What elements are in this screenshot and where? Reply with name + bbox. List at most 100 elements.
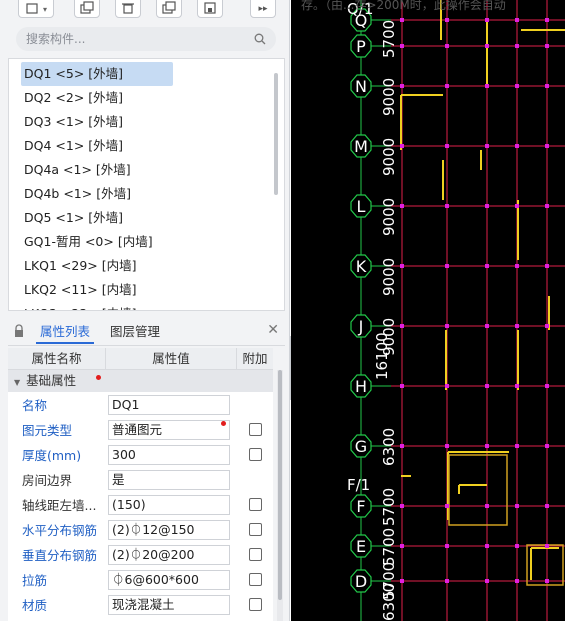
property-value-field[interactable]: 是 <box>108 469 230 490</box>
append-checkbox[interactable] <box>248 498 262 511</box>
column-node <box>445 444 449 448</box>
property-name: 拉筋 <box>22 573 48 588</box>
lock-icon[interactable] <box>14 324 24 338</box>
column-node <box>515 44 519 48</box>
append-checkbox[interactable] <box>248 598 262 611</box>
more-button[interactable]: ▸▸ <box>250 0 276 18</box>
column-node <box>545 84 549 88</box>
status-note: 存。（由...存>200M时，此操作会自动 <box>301 0 506 12</box>
append-checkbox[interactable] <box>248 423 262 436</box>
new-component-button[interactable]: ▾ <box>18 0 54 18</box>
axis-label: M <box>354 137 368 156</box>
toolbar: ▾ ▸▸ <box>0 0 290 22</box>
column-node <box>485 204 489 208</box>
property-value-field[interactable]: DQ1 <box>108 394 230 415</box>
column-node <box>545 324 549 328</box>
trash-icon <box>122 3 134 14</box>
column-node <box>515 18 519 22</box>
property-row[interactable]: 水平分布钢筋 (2)⏀12@150 <box>8 517 273 542</box>
list-item[interactable]: LKQ1 <29> [内墙] <box>21 254 173 278</box>
component-panel: ▾ ▸▸ DQ1 <5> [外墙] DQ2 <2> [外墙] DQ3 <1> [… <box>0 0 290 621</box>
save-button[interactable] <box>197 0 223 18</box>
column-node <box>400 44 404 48</box>
caret-down-icon[interactable]: ▼ <box>14 378 20 387</box>
append-checkbox[interactable] <box>248 548 262 561</box>
delete-button[interactable] <box>115 0 141 18</box>
group-label: 基础属性 <box>26 373 77 388</box>
dimension-label: 6300 <box>380 428 398 466</box>
property-row[interactable]: 厚度(mm) 300 <box>8 442 273 467</box>
property-value-field[interactable]: 300 <box>108 444 230 465</box>
column-node <box>445 264 449 268</box>
append-checkbox[interactable] <box>248 448 262 461</box>
property-row[interactable]: 名称 DQ1 <box>8 392 273 417</box>
property-value-field[interactable]: 现浇混凝土 <box>108 594 230 615</box>
property-row[interactable]: 图元类型 普通图元 <box>8 417 273 442</box>
column-node <box>400 18 404 22</box>
property-row[interactable]: 轴线距左墙... (150) <box>8 492 273 517</box>
list-item[interactable]: LKQ2 <11> [内墙] <box>21 278 173 302</box>
new-file-icon <box>26 3 38 14</box>
axis-label: L <box>357 197 366 216</box>
tab-properties[interactable]: 属性列表 <box>36 322 95 344</box>
dimension-label: 9000 <box>380 78 398 116</box>
search-input[interactable] <box>26 32 254 46</box>
list-item[interactable]: LKQ3 <23> [内墙] <box>21 302 173 310</box>
property-row[interactable]: 房间边界 是 <box>8 467 273 492</box>
list-item[interactable]: DQ4b <1> [外墙] <box>21 182 173 206</box>
drawing-canvas[interactable]: 5700 9000 9000 9000 9000 9000 6300 5700 5700 5700… <box>291 0 565 621</box>
chevron-down-icon[interactable]: ▾ <box>43 5 47 14</box>
list-scrollbar[interactable] <box>274 73 278 195</box>
column-node <box>400 84 404 88</box>
axis-label: H <box>355 377 367 396</box>
column-node <box>545 504 549 508</box>
column-node <box>515 324 519 328</box>
copy-button[interactable] <box>74 0 100 18</box>
col-name-header: 属性名称 <box>8 348 106 369</box>
close-icon[interactable]: ✕ <box>267 322 279 338</box>
list-item[interactable]: DQ3 <1> [外墙] <box>21 110 173 134</box>
column-node <box>400 544 404 548</box>
property-name: 厚度(mm) <box>22 448 82 463</box>
property-value-field[interactable]: ⏀6@600*600 <box>108 569 230 590</box>
list-item[interactable]: DQ4a <1> [外墙] <box>21 158 173 182</box>
column-node <box>485 18 489 22</box>
append-checkbox[interactable] <box>248 523 262 536</box>
modified-indicator <box>221 421 226 426</box>
group-basic-properties[interactable]: ▼ 基础属性 <box>8 370 273 392</box>
column-node <box>545 544 549 548</box>
property-name: 房间边界 <box>22 473 73 488</box>
column-node <box>400 504 404 508</box>
modified-indicator <box>96 375 101 380</box>
scroll-thumb[interactable] <box>278 370 282 600</box>
property-value-field[interactable]: 普通图元 <box>108 419 230 440</box>
property-table: 属性名称 属性值 附加 ▼ 基础属性 名称 DQ1 图元类型 普通图元 厚度(mm) 300… <box>8 348 273 621</box>
property-row[interactable]: 垂直分布钢筋 (2)⏀20@200 <box>8 542 273 567</box>
property-scrollbar[interactable] <box>277 370 283 621</box>
axis-label: N <box>355 77 367 96</box>
layer-copy-button[interactable] <box>156 0 182 18</box>
search-bar[interactable] <box>16 27 276 51</box>
column-node <box>445 44 449 48</box>
property-value-field[interactable]: (150) <box>108 494 230 515</box>
property-value-field[interactable]: (2)⏀12@150 <box>108 519 230 540</box>
copy-icon <box>80 1 94 14</box>
column-node <box>445 544 449 548</box>
list-item[interactable]: DQ1 <5> [外墙] <box>21 62 173 86</box>
property-row[interactable]: 拉筋 ⏀6@600*600 <box>8 567 273 592</box>
append-checkbox[interactable] <box>248 573 262 586</box>
list-item[interactable]: GQ1-暂用 <0> [内墙] <box>21 230 173 254</box>
axis-label: K <box>356 257 367 276</box>
dimension-label: 5700 <box>380 488 398 526</box>
list-item[interactable]: DQ4 <1> [外墙] <box>21 134 173 158</box>
search-icon[interactable] <box>254 33 266 45</box>
dimension-label: 5700 <box>380 528 398 566</box>
list-item[interactable]: DQ2 <2> [外墙] <box>21 86 173 110</box>
column-node <box>400 384 404 388</box>
property-row[interactable]: 材质 现浇混凝土 <box>8 592 273 617</box>
list-item[interactable]: DQ5 <1> [外墙] <box>21 206 173 230</box>
col-value-header: 属性值 <box>106 348 237 369</box>
tab-layers[interactable]: 图层管理 <box>106 322 164 344</box>
property-value-field[interactable]: (2)⏀20@200 <box>108 544 230 565</box>
column-node <box>515 504 519 508</box>
